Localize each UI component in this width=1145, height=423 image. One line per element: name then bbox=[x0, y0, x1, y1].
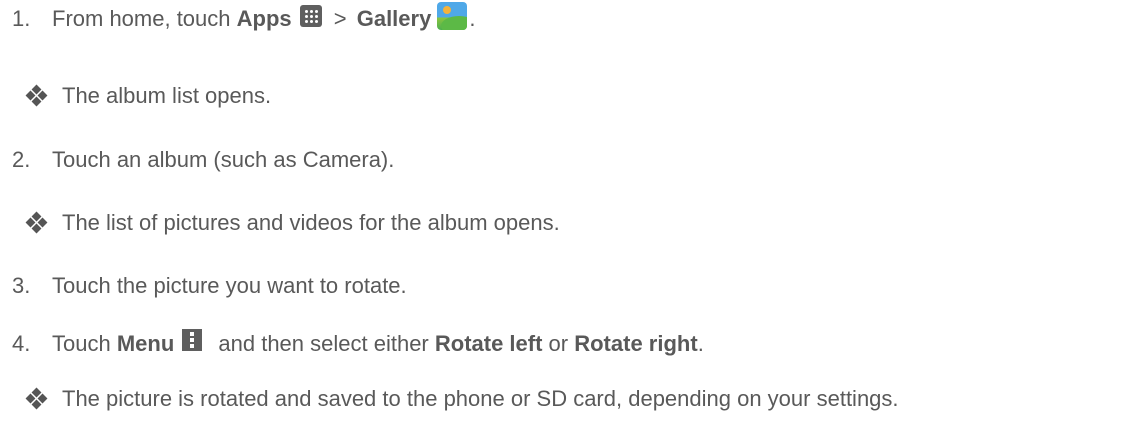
gallery-label: Gallery bbox=[356, 6, 432, 31]
step-text: Touch the picture you want to rotate. bbox=[52, 273, 407, 298]
result-2: The list of pictures and videos for the … bbox=[0, 209, 560, 237]
step-number: 1. bbox=[12, 6, 31, 31]
diamond-bullet-icon bbox=[24, 387, 50, 410]
step-text: Touch an album (such as Camera). bbox=[52, 147, 395, 172]
rotate-left-label: Rotate left bbox=[434, 331, 543, 356]
rotate-right-label: Rotate right bbox=[574, 331, 698, 356]
apps-grid-icon bbox=[299, 5, 322, 27]
step-number: 4. bbox=[12, 331, 31, 356]
menu-label: Menu bbox=[116, 331, 175, 356]
result-3: The picture is rotated and saved to the … bbox=[0, 385, 899, 413]
or-text: or bbox=[542, 331, 575, 356]
diamond-bullet-icon bbox=[24, 211, 50, 234]
step-number: 2. bbox=[12, 147, 31, 172]
step-1: 1. From home, touch Apps > Gallery . bbox=[0, 2, 475, 36]
step-text: From home, touch bbox=[52, 6, 237, 31]
step-suffix: . bbox=[697, 331, 704, 356]
step-suffix: . bbox=[469, 6, 476, 31]
result-1: The album list opens. bbox=[0, 82, 271, 110]
gallery-icon bbox=[437, 2, 468, 30]
diamond-bullet-icon bbox=[24, 84, 50, 107]
step-2: 2. Touch an album (such as Camera). bbox=[0, 146, 394, 174]
separator-text: > bbox=[327, 6, 353, 31]
menu-icon bbox=[182, 329, 203, 351]
step-4: 4. Touch Menu and then select either Rot… bbox=[0, 329, 704, 359]
result-text: The picture is rotated and saved to the … bbox=[62, 386, 899, 411]
step-text-mid: and then select either bbox=[212, 331, 435, 356]
result-text: The list of pictures and videos for the … bbox=[62, 210, 560, 235]
apps-label: Apps bbox=[236, 6, 292, 31]
step-number: 3. bbox=[12, 273, 31, 298]
step-text: Touch bbox=[52, 331, 117, 356]
step-3: 3. Touch the picture you want to rotate. bbox=[0, 272, 407, 300]
result-text: The album list opens. bbox=[62, 83, 272, 108]
